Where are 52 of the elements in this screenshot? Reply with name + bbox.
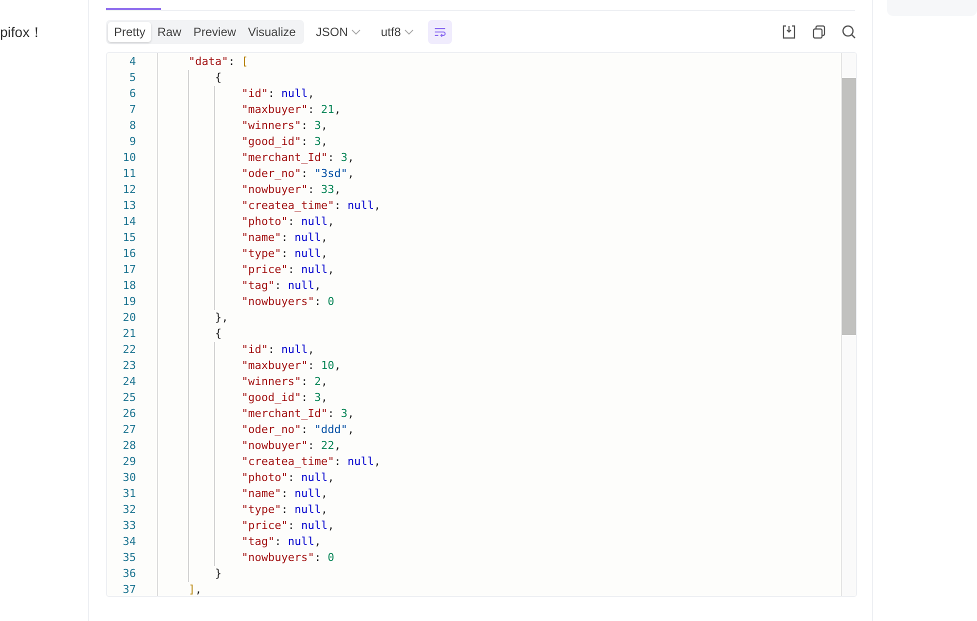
- view-tab[interactable]: Pretty: [108, 22, 152, 42]
- wrap-icon: [434, 26, 446, 38]
- line-number: 36: [122, 566, 137, 582]
- line-number: 6: [128, 86, 137, 102]
- line-number: 20: [122, 310, 137, 326]
- line-number: 19: [122, 294, 137, 310]
- view-tab[interactable]: Preview: [187, 22, 242, 42]
- line-number: 31: [122, 486, 137, 502]
- format-dropdown[interactable]: JSON: [314, 22, 363, 42]
- line-number: 11: [122, 166, 137, 182]
- line-number: 4: [128, 54, 137, 70]
- line-number: 16: [122, 246, 137, 262]
- caret-icon: [350, 29, 361, 35]
- line-number: 25: [122, 390, 137, 406]
- line-number: 18: [122, 278, 137, 294]
- code-line: "data": [: [188, 54, 250, 70]
- download-icon[interactable]: [781, 24, 797, 40]
- line-number: 22: [122, 342, 137, 358]
- wrap-toggle[interactable]: [428, 20, 452, 44]
- line-number: 5: [128, 70, 137, 86]
- line-number: 17: [122, 262, 137, 278]
- line-number: 35: [122, 550, 137, 566]
- line-number: 9: [128, 134, 137, 150]
- line-number: 7: [128, 102, 137, 118]
- line-number: 30: [122, 470, 137, 486]
- line-number: 37: [122, 582, 137, 596]
- line-number: 15: [122, 230, 137, 246]
- sidebar-text: pifox！: [0, 24, 44, 42]
- line-number: 10: [122, 150, 137, 166]
- line-number: 26: [122, 406, 137, 422]
- scrollbar-thumb[interactable]: [842, 78, 856, 335]
- line-number: 23: [122, 358, 137, 374]
- line-number: 28: [122, 438, 137, 454]
- caret-icon: [404, 29, 414, 35]
- view-tab[interactable]: Raw: [151, 22, 188, 42]
- search-icon[interactable]: [841, 24, 857, 40]
- line-number: 33: [122, 518, 137, 534]
- line-number: 32: [122, 502, 137, 518]
- view-tab[interactable]: Visualize: [242, 22, 302, 42]
- line-number: 13: [122, 198, 137, 214]
- encoding-dropdown[interactable]: utf8: [378, 22, 416, 42]
- line-number: 29: [122, 454, 137, 470]
- line-number: 34: [122, 534, 137, 550]
- active-tab-indicator: [106, 8, 161, 10]
- code-line: ],: [188, 582, 203, 596]
- line-number: 8: [128, 118, 137, 134]
- line-number: 12: [122, 182, 137, 198]
- line-number: 27: [122, 422, 137, 438]
- copy-icon[interactable]: [811, 24, 827, 40]
- line-number: 21: [122, 326, 137, 342]
- line-number: 24: [122, 374, 137, 390]
- line-number: 14: [122, 214, 137, 230]
